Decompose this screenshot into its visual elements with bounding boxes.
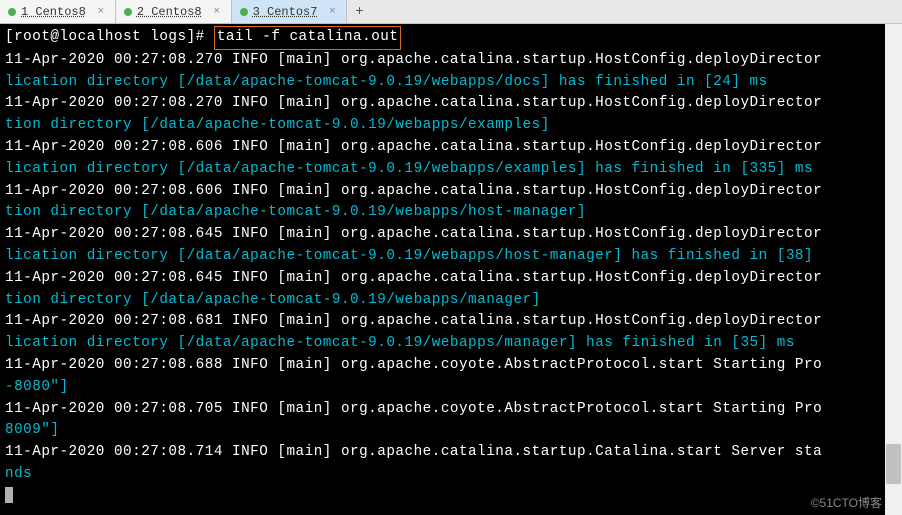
log-line: lication directory [/data/apache-tomcat-… <box>5 335 795 351</box>
status-dot-icon <box>240 8 248 16</box>
watermark: ©51CTO博客 <box>811 494 882 511</box>
log-line: 11-Apr-2020 00:27:08.681 INFO [main] org… <box>5 313 822 329</box>
status-dot-icon <box>124 8 132 16</box>
log-line: 11-Apr-2020 00:27:08.714 INFO [main] org… <box>5 444 822 460</box>
log-line: tion directory [/data/apache-tomcat-9.0.… <box>5 117 550 133</box>
tab-centos7-3[interactable]: 3 Centos7 × <box>232 0 348 23</box>
close-icon[interactable]: × <box>95 6 107 18</box>
tab-label: 3 Centos7 <box>253 5 318 19</box>
log-line: 11-Apr-2020 00:27:08.705 INFO [main] org… <box>5 401 822 417</box>
log-line: 11-Apr-2020 00:27:08.688 INFO [main] org… <box>5 357 822 373</box>
log-line: tion directory [/data/apache-tomcat-9.0.… <box>5 292 541 308</box>
scrollbar[interactable] <box>885 24 902 515</box>
shell-prompt: [root@localhost logs]# <box>5 29 214 45</box>
terminal-output[interactable]: [root@localhost logs]# tail -f catalina.… <box>0 24 902 515</box>
tab-centos8-2[interactable]: 2 Centos8 × <box>116 0 232 23</box>
log-line: 11-Apr-2020 00:27:08.270 INFO [main] org… <box>5 95 822 111</box>
log-line: nds <box>5 466 32 482</box>
log-line: lication directory [/data/apache-tomcat-… <box>5 161 813 177</box>
scroll-thumb[interactable] <box>886 444 901 484</box>
log-line: -8080"] <box>5 379 69 395</box>
close-icon[interactable]: × <box>326 6 338 18</box>
cursor-icon <box>5 487 13 503</box>
tab-label: 1 Centos8 <box>21 5 86 19</box>
log-line: 11-Apr-2020 00:27:08.645 INFO [main] org… <box>5 270 822 286</box>
log-line: tion directory [/data/apache-tomcat-9.0.… <box>5 204 586 220</box>
status-dot-icon <box>8 8 16 16</box>
tab-bar: 1 Centos8 × 2 Centos8 × 3 Centos7 × + <box>0 0 902 24</box>
log-line: 11-Apr-2020 00:27:08.606 INFO [main] org… <box>5 183 822 199</box>
log-lines: 11-Apr-2020 00:27:08.270 INFO [main] org… <box>5 50 897 486</box>
log-line: lication directory [/data/apache-tomcat-… <box>5 74 768 90</box>
log-line: 11-Apr-2020 00:27:08.270 INFO [main] org… <box>5 52 822 68</box>
log-line: 8009"] <box>5 422 59 438</box>
add-tab-button[interactable]: + <box>347 0 371 23</box>
tab-centos8-1[interactable]: 1 Centos8 × <box>0 0 116 23</box>
tab-label: 2 Centos8 <box>137 5 202 19</box>
log-line: 11-Apr-2020 00:27:08.606 INFO [main] org… <box>5 139 822 155</box>
log-line: lication directory [/data/apache-tomcat-… <box>5 248 822 264</box>
log-line: 11-Apr-2020 00:27:08.645 INFO [main] org… <box>5 226 822 242</box>
command-highlight: tail -f catalina.out <box>214 26 402 50</box>
close-icon[interactable]: × <box>211 6 223 18</box>
